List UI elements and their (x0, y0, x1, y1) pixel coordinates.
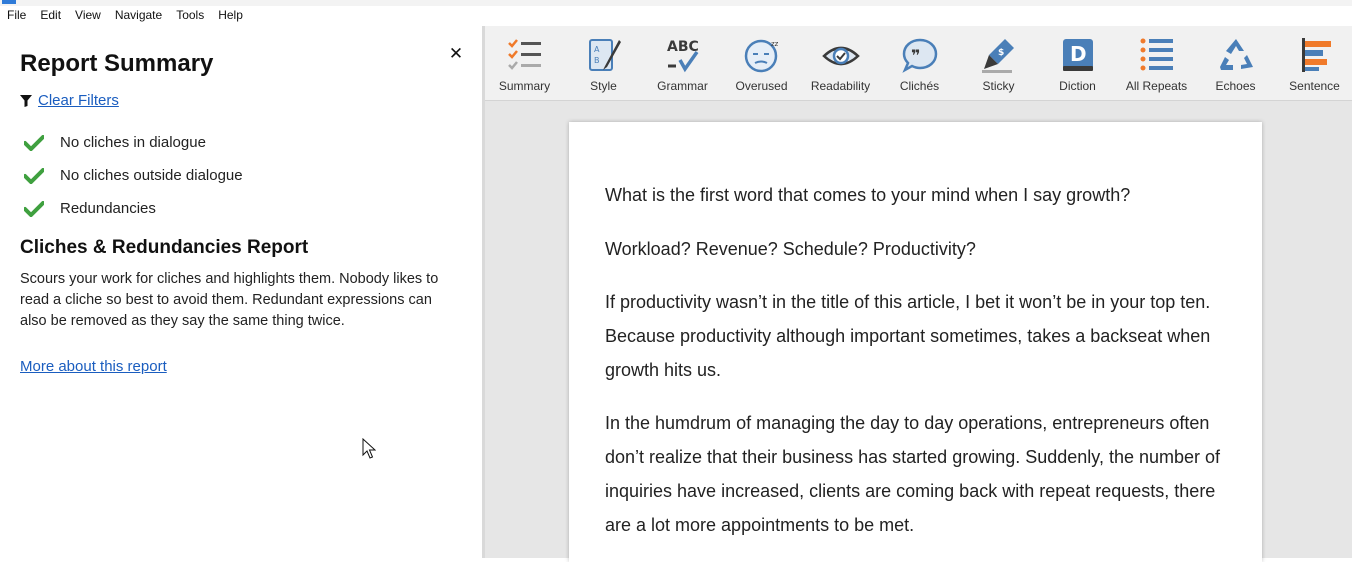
tool-label: Grammar (657, 79, 708, 93)
app-icon (2, 0, 16, 4)
readability-icon (821, 46, 860, 66)
check-item: No cliches in dialogue (24, 126, 243, 159)
menu-tools[interactable]: Tools (176, 8, 204, 22)
grammar-glyph: ABC (667, 39, 699, 55)
diction-icon: D (1062, 39, 1093, 71)
more-about-report-link[interactable]: More about this report (20, 358, 167, 375)
check-item: Redundancies (24, 192, 243, 225)
tool-readability[interactable]: Readability (801, 36, 880, 98)
svg-text:zz: zz (771, 40, 779, 48)
report-title: Cliches & Redundancies Report (20, 237, 309, 258)
tool-all-repeats[interactable]: All Repeats (1117, 36, 1196, 98)
report-toolbar: Summary A B Style ABC Grammar zz Overuse… (485, 26, 1352, 101)
grammar-icon: ABC (667, 39, 699, 73)
checkmark-icon (24, 167, 44, 184)
overused-icon: zz (744, 39, 779, 73)
tool-diction[interactable]: D Diction (1038, 36, 1117, 98)
menu-items: File Edit View Navigate Tools Help (7, 8, 257, 22)
tool-label: Echoes (1215, 79, 1256, 93)
tool-label: All Repeats (1125, 79, 1188, 93)
tool-overused[interactable]: zz Overused (722, 36, 801, 98)
checkmark-icon (24, 200, 44, 217)
document-paragraph[interactable]: If productivity wasn’t in the title of t… (605, 285, 1235, 387)
tool-summary[interactable]: Summary (485, 36, 564, 98)
document-paragraph[interactable]: Workload? Revenue? Schedule? Productivit… (605, 232, 1235, 266)
tool-label: Clichés (899, 79, 940, 93)
menu-edit[interactable]: Edit (40, 8, 61, 22)
panel-title: Report Summary (20, 50, 214, 77)
report-summary-panel: ✕ Report Summary Clear Filters No cliche… (0, 26, 482, 558)
check-list: No cliches in dialogue No cliches outsid… (24, 126, 243, 225)
tool-label: Summary (498, 79, 551, 93)
tool-label: Readability (810, 79, 871, 93)
menu-help[interactable]: Help (218, 8, 243, 22)
tool-sentence[interactable]: Sentence (1275, 36, 1352, 98)
sentence-icon (1301, 38, 1331, 72)
tool-sticky[interactable]: $ Sticky (959, 36, 1038, 98)
document-paragraph[interactable]: What is the first word that comes to you… (605, 178, 1235, 212)
check-label: Redundancies (60, 200, 156, 217)
document-page[interactable]: What is the first word that comes to you… (569, 122, 1262, 562)
mouse-cursor-icon (362, 438, 376, 459)
menu-navigate[interactable]: Navigate (115, 8, 162, 22)
checkmark-icon (24, 134, 44, 151)
svg-text:$: $ (998, 48, 1004, 58)
echoes-icon (1219, 39, 1253, 70)
tool-grammar[interactable]: ABC Grammar (643, 36, 722, 98)
report-description: Scours your work for cliches and highlig… (20, 271, 439, 329)
svg-text:❞: ❞ (911, 46, 920, 65)
document-paragraph[interactable]: In the humdrum of managing the day to da… (605, 406, 1235, 542)
check-label: No cliches outside dialogue (60, 167, 243, 184)
title-bar-strip (0, 0, 1352, 6)
diction-glyph: D (1070, 42, 1087, 66)
tool-label: Overused (735, 79, 788, 93)
editor-area: Summary A B Style ABC Grammar zz Overuse… (485, 26, 1352, 562)
cliches-icon: ❞ (901, 38, 937, 73)
tool-cliches[interactable]: ❞ Clichés (880, 36, 959, 98)
svg-text:A: A (594, 45, 600, 54)
tool-label: Sentence (1289, 79, 1340, 93)
menu-file[interactable]: File (7, 8, 26, 22)
clear-filters-row: Clear Filters (20, 92, 119, 109)
tool-label: Diction (1059, 79, 1096, 93)
tool-style[interactable]: A B Style (564, 36, 643, 98)
sticky-icon: $ (981, 39, 1014, 73)
tool-echoes[interactable]: Echoes (1196, 36, 1275, 98)
check-item: No cliches outside dialogue (24, 159, 243, 192)
menu-view[interactable]: View (75, 8, 101, 22)
tool-label: Sticky (982, 79, 1015, 93)
svg-text:B: B (594, 56, 600, 65)
clear-filters-link[interactable]: Clear Filters (38, 92, 119, 109)
tool-label: Style (590, 79, 617, 93)
style-icon: A B (588, 39, 621, 71)
close-icon[interactable]: ✕ (448, 45, 464, 62)
menu-bar: File Edit View Navigate Tools Help (0, 0, 1352, 26)
check-label: No cliches in dialogue (60, 134, 206, 151)
summary-icon (507, 39, 541, 70)
filter-icon (20, 94, 32, 107)
all-repeats-icon (1140, 38, 1173, 71)
